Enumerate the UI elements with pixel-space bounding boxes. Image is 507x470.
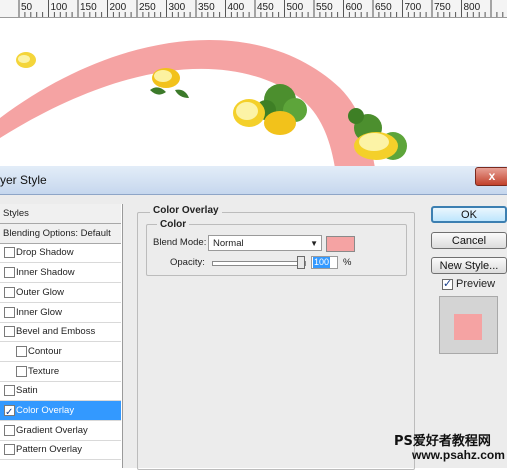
- style-item-label: Outer Glow: [16, 286, 65, 298]
- style-item-label: Inner Glow: [16, 306, 62, 318]
- dialog-titlebar[interactable]: yer Style x: [0, 166, 507, 195]
- ruler-label: 150: [80, 2, 97, 13]
- subgroup-title: Color: [157, 219, 190, 230]
- style-item-outer-glow[interactable]: Outer Glow: [0, 283, 121, 303]
- watermark-line-2: www.psahz.com: [412, 448, 505, 462]
- opacity-slider-thumb[interactable]: [297, 256, 305, 269]
- style-item-inner-shadow[interactable]: Inner Shadow: [0, 263, 121, 284]
- preview-checkbox[interactable]: [442, 277, 453, 290]
- style-checkbox[interactable]: [4, 424, 15, 436]
- preview-color-swatch: [454, 314, 482, 340]
- style-item-label: Inner Shadow: [16, 267, 75, 279]
- ruler-label: 550: [316, 2, 333, 13]
- close-button[interactable]: x: [475, 167, 507, 186]
- lemon-with-leaves-1: [150, 68, 189, 98]
- document-canvas[interactable]: [0, 18, 507, 166]
- ruler-label: 400: [227, 2, 245, 13]
- style-item-label: Texture: [28, 365, 60, 377]
- ruler-label: 450: [257, 2, 274, 13]
- ruler-label: 300: [168, 2, 186, 13]
- opacity-unit: %: [343, 257, 352, 268]
- dialog-title: yer Style: [0, 173, 47, 187]
- ruler-label: 750: [434, 2, 451, 13]
- ok-button[interactable]: OK: [431, 206, 507, 223]
- preview-label: Preview: [456, 278, 496, 290]
- style-item-label: Color Overlay: [16, 405, 75, 416]
- blend-mode-label: Blend Mode:: [153, 237, 207, 248]
- overlay-color-swatch[interactable]: [326, 236, 355, 252]
- close-icon: x: [488, 169, 496, 183]
- style-item-inner-glow[interactable]: Inner Glow: [0, 303, 121, 323]
- ruler-label: 600: [345, 2, 363, 13]
- horizontal-ruler: 50 100 150 200 250 300 350 400 450 500 550 600 650 70…: [0, 0, 507, 18]
- ruler-label: 200: [109, 2, 127, 13]
- style-checkbox[interactable]: [4, 286, 15, 298]
- style-checkbox[interactable]: [16, 365, 27, 377]
- opacity-label: Opacity:: [170, 257, 205, 268]
- style-checkbox[interactable]: [4, 326, 15, 338]
- style-item-contour[interactable]: Contour: [0, 342, 121, 362]
- chevron-down-icon: ▼: [310, 239, 318, 248]
- style-item-label: Styles: [3, 208, 29, 219]
- style-item-label: Contour: [28, 345, 62, 357]
- style-checkbox[interactable]: [16, 345, 27, 357]
- cancel-button[interactable]: Cancel: [431, 232, 507, 249]
- site-watermark: PS爱好者教程网 www.psahz.com: [394, 430, 507, 468]
- style-item-gradient-overlay[interactable]: Gradient Overlay: [0, 421, 121, 441]
- ruler-label: 350: [198, 2, 215, 13]
- style-checkbox[interactable]: [4, 306, 15, 318]
- style-item-texture[interactable]: Texture: [0, 362, 121, 382]
- style-item-label: Drop Shadow: [16, 247, 74, 259]
- ruler-ticks: [18, 0, 504, 17]
- style-item-satin[interactable]: Satin: [0, 381, 121, 402]
- style-item-color-overlay[interactable]: Color Overlay: [0, 401, 121, 422]
- style-item-pattern-overlay[interactable]: Pattern Overlay: [0, 440, 121, 461]
- ruler-label: 700: [404, 2, 422, 13]
- opacity-slider-track[interactable]: [212, 261, 306, 266]
- lemon-slice-small: [16, 52, 36, 68]
- opacity-value: 100: [313, 257, 331, 268]
- style-item-drop-shadow[interactable]: Drop Shadow: [0, 243, 121, 264]
- new-style-button[interactable]: New Style...: [431, 257, 507, 274]
- style-item-label: Gradient Overlay: [16, 424, 88, 436]
- watermark-line-1: PS爱好者教程网: [394, 434, 491, 449]
- lemon-with-leaves-2: [348, 108, 407, 160]
- style-item-label: Blending Options: Default: [3, 227, 111, 239]
- ruler-label: 650: [375, 2, 392, 13]
- ruler-label: 50: [21, 2, 33, 13]
- ruler-label: 100: [50, 2, 68, 13]
- group-title: Color Overlay: [150, 205, 222, 216]
- style-item-styles[interactable]: Styles: [0, 204, 121, 224]
- ruler-label: 800: [463, 2, 481, 13]
- pink-arc: [0, 39, 375, 166]
- ruler-label: 250: [139, 2, 156, 13]
- layer-style-dialog: yer Style x Styles Blending Options: Defa…: [0, 166, 507, 470]
- blend-mode-select[interactable]: Normal ▼: [208, 235, 322, 251]
- style-item-label: Satin: [16, 385, 38, 397]
- blend-mode-value: Normal: [213, 238, 244, 249]
- style-item-label: Pattern Overlay: [16, 444, 82, 456]
- style-item-blending-options-default[interactable]: Blending Options: Default: [0, 223, 121, 244]
- opacity-input[interactable]: 100: [311, 256, 338, 269]
- style-checkbox[interactable]: [4, 247, 15, 259]
- style-item-label: Bevel and Emboss: [16, 326, 96, 338]
- style-checkbox[interactable]: [4, 385, 15, 397]
- style-checkbox[interactable]: [4, 403, 15, 422]
- style-checkbox[interactable]: [4, 267, 15, 279]
- style-checkbox[interactable]: [4, 444, 15, 456]
- ruler-label: 500: [286, 2, 304, 13]
- styles-list: Styles Blending Options: Default Drop Shad…: [0, 204, 123, 468]
- style-item-bevel-and-emboss[interactable]: Bevel and Emboss: [0, 322, 121, 343]
